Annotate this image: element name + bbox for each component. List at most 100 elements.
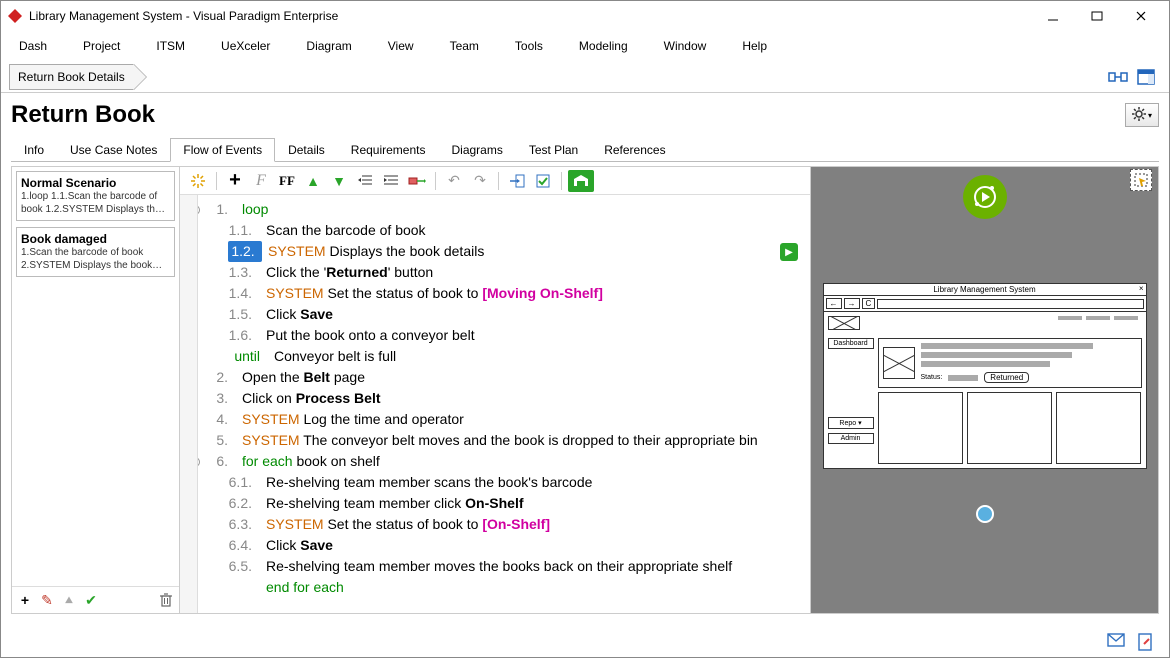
wireframe-admin-button: Admin <box>828 433 874 444</box>
flow-step[interactable]: 1.5.Click Save <box>204 304 804 325</box>
window-maximize[interactable] <box>1075 2 1119 30</box>
menu-project[interactable]: Project <box>65 33 138 59</box>
tab-test-plan[interactable]: Test Plan <box>516 138 591 162</box>
flow-step[interactable]: 6.1.Re-shelving team member scans the bo… <box>204 472 804 493</box>
flow-steps[interactable]: −1.loop1.1.Scan the barcode of book1.2.S… <box>198 195 810 613</box>
tab-requirements[interactable]: Requirements <box>338 138 439 162</box>
step-number: 6.3. <box>228 514 260 535</box>
menu-help[interactable]: Help <box>724 33 785 59</box>
format-italic-icon[interactable]: F <box>249 170 273 192</box>
indent-icon[interactable] <box>379 170 403 192</box>
tab-diagrams[interactable]: Diagrams <box>438 138 515 162</box>
flow-step[interactable]: 2.Open the Belt page <box>204 367 804 388</box>
flow-step[interactable]: 6.5.Re-shelving team member moves the bo… <box>204 556 804 577</box>
wireframe-logo <box>828 316 860 330</box>
mail-icon[interactable] <box>1107 633 1125 651</box>
step-number: until <box>228 346 268 367</box>
add-step-icon[interactable]: + <box>223 170 247 192</box>
window-close[interactable] <box>1119 2 1163 30</box>
redo-icon[interactable]: ↷ <box>468 170 492 192</box>
step-number: 1.6. <box>228 325 260 346</box>
tab-flow-of-events[interactable]: Flow of Events <box>170 138 275 162</box>
flow-step[interactable]: 1.loop <box>204 199 804 220</box>
flow-step[interactable]: 6.2.Re-shelving team member click On-She… <box>204 493 804 514</box>
step-number: 6.4. <box>228 535 260 556</box>
tab-details[interactable]: Details <box>275 138 338 162</box>
flow-step[interactable]: 1.2.SYSTEM Displays the book details <box>204 241 804 262</box>
flow-step[interactable]: 1.1.Scan the barcode of book <box>204 220 804 241</box>
flow-step[interactable]: 6.4.Click Save <box>204 535 804 556</box>
move-up-icon[interactable]: ⯅ <box>60 591 78 609</box>
diagram-nav-icon[interactable] <box>1107 66 1129 88</box>
flow-step[interactable]: 1.3.Click the 'Returned' button <box>204 262 804 283</box>
menu-team[interactable]: Team <box>432 33 497 59</box>
move-down-icon[interactable]: ▼ <box>327 170 351 192</box>
menu-diagram[interactable]: Diagram <box>288 33 369 59</box>
step-number: 2. <box>204 367 236 388</box>
preview-play-icon[interactable] <box>963 175 1007 219</box>
scenario-title: Normal Scenario <box>21 176 170 190</box>
flow-step[interactable]: 1.6.Put the book onto a conveyor belt <box>204 325 804 346</box>
window-minimize[interactable] <box>1031 2 1075 30</box>
step-text: Click on Process Belt <box>236 388 381 409</box>
step-text: Click the 'Returned' button <box>260 262 433 283</box>
move-up-icon[interactable]: ▲ <box>301 170 325 192</box>
format-font-icon[interactable]: FF <box>275 170 299 192</box>
menu-window[interactable]: Window <box>646 33 725 59</box>
generate-icon[interactable] <box>186 170 210 192</box>
wireframe-refresh-icon: C <box>862 298 876 309</box>
menu-itsm[interactable]: ITSM <box>138 33 203 59</box>
flow-step[interactable]: 6.3.SYSTEM Set the status of book to [On… <box>204 514 804 535</box>
flow-step[interactable]: 4.SYSTEM Log the time and operator <box>204 409 804 430</box>
wireframe-forward-icon: → <box>844 298 860 309</box>
gear-icon <box>1132 107 1146 124</box>
add-scenario-icon[interactable]: + <box>16 591 34 609</box>
scroll-down-icon[interactable] <box>976 505 994 523</box>
import-icon[interactable] <box>505 170 529 192</box>
validate-icon[interactable] <box>531 170 555 192</box>
step-text: end for each <box>260 577 344 598</box>
scenario-title: Book damaged <box>21 232 170 246</box>
flow-step[interactable]: 5.SYSTEM The conveyor belt moves and the… <box>204 430 804 451</box>
scenario-card-book-damaged[interactable]: Book damaged 1.Scan the barcode of book … <box>16 227 175 277</box>
flow-step[interactable]: end for each <box>204 577 804 598</box>
wireframe-back-icon: ← <box>826 298 842 309</box>
link-step-icon[interactable] <box>405 170 429 192</box>
flow-step[interactable]: 6.for each book on shelf <box>204 451 804 472</box>
menu-tools[interactable]: Tools <box>497 33 561 59</box>
tab-info[interactable]: Info <box>11 138 57 162</box>
chevron-down-icon: ▾ <box>1148 111 1152 120</box>
confirm-icon[interactable]: ✔ <box>82 591 100 609</box>
breadcrumb-row: Return Book Details <box>1 62 1169 93</box>
collapse-toggle-icon[interactable]: − <box>198 205 200 215</box>
flow-step[interactable]: 1.4.SYSTEM Set the status of book to [Mo… <box>204 283 804 304</box>
selection-tool-icon[interactable] <box>1130 169 1152 191</box>
panel-toggle-icon[interactable] <box>1135 66 1157 88</box>
scenario-preview-line: book 1.2.SYSTEM Displays the… <box>21 203 170 216</box>
settings-button[interactable]: ▾ <box>1125 103 1159 127</box>
wireframe-icon[interactable] <box>568 170 594 192</box>
menu-dash[interactable]: Dash <box>1 33 65 59</box>
scenario-preview-line: 1.Scan the barcode of book <box>21 246 170 259</box>
collapse-toggle-icon[interactable]: − <box>198 457 200 467</box>
tab-use-case-notes[interactable]: Use Case Notes <box>57 138 170 162</box>
step-text: Click Save <box>260 304 333 325</box>
step-number: 3. <box>204 388 236 409</box>
step-number: 1.3. <box>228 262 260 283</box>
outdent-icon[interactable] <box>353 170 377 192</box>
flow-step[interactable]: 3.Click on Process Belt <box>204 388 804 409</box>
trash-icon[interactable] <box>157 591 175 609</box>
edit-scenario-icon[interactable]: ✎ <box>38 591 56 609</box>
breadcrumb[interactable]: Return Book Details <box>9 64 134 90</box>
tab-references[interactable]: References <box>591 138 678 162</box>
wireframe-returned-button: Returned <box>984 372 1029 383</box>
flow-step[interactable]: until Conveyor belt is full <box>204 346 804 367</box>
note-icon[interactable] <box>1137 633 1155 651</box>
undo-icon[interactable]: ↶ <box>442 170 466 192</box>
play-step-icon[interactable]: ▶ <box>780 243 798 261</box>
menu-modeling[interactable]: Modeling <box>561 33 646 59</box>
wireframe-window[interactable]: Library Management System × ← → C <box>823 283 1147 469</box>
menu-uexceler[interactable]: UeXceler <box>203 33 288 59</box>
scenario-card-normal[interactable]: Normal Scenario 1.loop 1.1.Scan the barc… <box>16 171 175 221</box>
menu-view[interactable]: View <box>370 33 432 59</box>
